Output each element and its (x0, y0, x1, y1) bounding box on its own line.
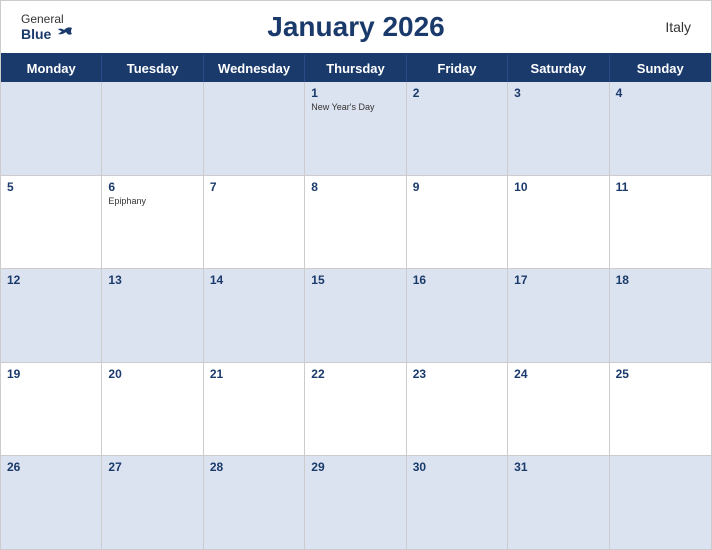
day-number: 21 (210, 367, 298, 381)
day-number: 31 (514, 460, 602, 474)
day-number: 24 (514, 367, 602, 381)
week-row-5: 26 27 28 29 30 31 (1, 456, 711, 549)
day-cell: 19 (1, 363, 102, 456)
day-cell: 23 (407, 363, 508, 456)
day-cell: 15 (305, 269, 406, 362)
week-row-1: 1 New Year's Day 234 (1, 82, 711, 176)
day-number: 8 (311, 180, 399, 194)
day-number: 16 (413, 273, 501, 287)
day-header-monday: Monday (1, 55, 102, 82)
day-cell: 26 (1, 456, 102, 549)
calendar-grid: MondayTuesdayWednesdayThursdayFridaySatu… (1, 53, 711, 549)
day-cell (610, 456, 711, 549)
day-cell (1, 82, 102, 175)
day-number: 11 (616, 180, 705, 194)
day-cell: 14 (204, 269, 305, 362)
day-number: 25 (616, 367, 705, 381)
calendar-header: General Blue January 2026 Italy (1, 1, 711, 53)
day-cell: 25 (610, 363, 711, 456)
day-cell: 4 (610, 82, 711, 175)
day-header-tuesday: Tuesday (102, 55, 203, 82)
day-cell (204, 82, 305, 175)
logo-blue-text: Blue (21, 26, 74, 42)
country-label: Italy (665, 19, 691, 35)
day-cell: 11 (610, 176, 711, 269)
day-number: 20 (108, 367, 196, 381)
day-header-thursday: Thursday (305, 55, 406, 82)
day-cell: 31 (508, 456, 609, 549)
day-number: 28 (210, 460, 298, 474)
day-number: 30 (413, 460, 501, 474)
day-number: 12 (7, 273, 95, 287)
day-cell: 1 New Year's Day (305, 82, 406, 175)
day-number: 22 (311, 367, 399, 381)
day-cell: 16 (407, 269, 508, 362)
day-cell: 22 (305, 363, 406, 456)
day-header-friday: Friday (407, 55, 508, 82)
calendar-title: January 2026 (267, 11, 444, 43)
day-number: 23 (413, 367, 501, 381)
day-cell: 5 (1, 176, 102, 269)
day-number: 13 (108, 273, 196, 287)
logo-bird-icon (54, 26, 74, 42)
day-number: 4 (616, 86, 705, 100)
day-cell: 12 (1, 269, 102, 362)
day-cell: 20 (102, 363, 203, 456)
day-header-wednesday: Wednesday (204, 55, 305, 82)
day-number: 17 (514, 273, 602, 287)
day-number: 3 (514, 86, 602, 100)
day-number: 19 (7, 367, 95, 381)
day-cell: 10 (508, 176, 609, 269)
weeks-container: 1New Year's Day23456Epiphany789101112131… (1, 82, 711, 549)
day-number: 9 (413, 180, 501, 194)
day-number: 7 (210, 180, 298, 194)
holiday-label: New Year's Day (311, 102, 399, 113)
day-cell: 18 (610, 269, 711, 362)
day-cell: 7 (204, 176, 305, 269)
calendar-container: General Blue January 2026 Italy MondayTu… (0, 0, 712, 550)
day-number: 1 (311, 86, 399, 100)
day-number: 14 (210, 273, 298, 287)
day-cell: 8 (305, 176, 406, 269)
day-number: 6 (108, 180, 196, 194)
week-row-2: 56 Epiphany 789 10 11 (1, 176, 711, 270)
day-cell: 24 (508, 363, 609, 456)
day-cell: 21 (204, 363, 305, 456)
day-cell: 30 (407, 456, 508, 549)
week-row-4: 19 20 21 22 23 24 25 (1, 363, 711, 457)
day-number: 27 (108, 460, 196, 474)
day-number: 5 (7, 180, 95, 194)
week-row-3: 12 13 14 15 16 17 18 (1, 269, 711, 363)
day-cell: 3 (508, 82, 609, 175)
day-cell: 6 Epiphany (102, 176, 203, 269)
day-number: 2 (413, 86, 501, 100)
day-cell: 2 (407, 82, 508, 175)
day-number: 15 (311, 273, 399, 287)
day-cell: 28 (204, 456, 305, 549)
day-cell (102, 82, 203, 175)
day-number: 26 (7, 460, 95, 474)
logo-general-text: General (21, 12, 64, 26)
day-cell: 27 (102, 456, 203, 549)
day-cell: 13 (102, 269, 203, 362)
day-cell: 17 (508, 269, 609, 362)
logo: General Blue (21, 12, 74, 42)
day-cell: 9 (407, 176, 508, 269)
day-header-saturday: Saturday (508, 55, 609, 82)
holiday-label: Epiphany (108, 196, 196, 207)
day-cell: 29 (305, 456, 406, 549)
day-header-sunday: Sunday (610, 55, 711, 82)
day-number: 18 (616, 273, 705, 287)
day-number: 29 (311, 460, 399, 474)
day-headers-row: MondayTuesdayWednesdayThursdayFridaySatu… (1, 55, 711, 82)
day-number: 10 (514, 180, 602, 194)
